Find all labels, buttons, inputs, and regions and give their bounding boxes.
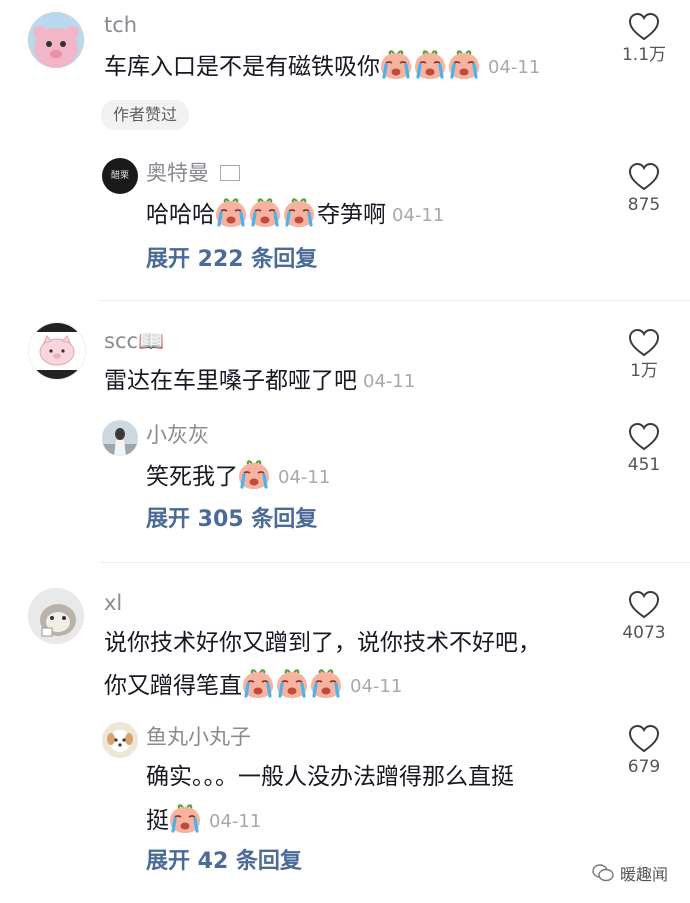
crying-emoji-icon — [414, 50, 446, 80]
avatar[interactable] — [28, 322, 86, 380]
like-button[interactable]: 875 — [604, 162, 684, 216]
author-liked-badge: 作者赞过 — [101, 100, 190, 130]
comment-body: 车库入口是不是有磁铁吸你 — [104, 54, 380, 80]
divider — [100, 300, 690, 301]
comment-date: 04-11 — [488, 57, 541, 78]
like-button[interactable]: 451 — [604, 422, 684, 476]
avatar-image — [28, 588, 84, 644]
reply-username[interactable]: 小灰灰 — [146, 422, 209, 448]
avatar-image — [29, 323, 85, 379]
comment-text: 雷达在车里嗓子都哑了吧 04-11 — [104, 366, 415, 397]
like-count: 451 — [627, 455, 661, 475]
comment-username[interactable]: xl — [104, 590, 122, 616]
comment-date: 04-11 — [350, 676, 403, 697]
reply-text: 哈哈哈 夺笋啊 04-11 — [146, 198, 444, 231]
like-button[interactable]: 4073 — [604, 590, 684, 644]
watermark: 暖趣闻 — [592, 861, 668, 885]
comment-username[interactable]: tch — [104, 12, 137, 38]
crying-emoji-icon — [242, 669, 274, 699]
crying-emoji-icon — [276, 669, 308, 699]
crying-emoji-icon — [448, 50, 480, 80]
avatar-image — [102, 722, 138, 758]
like-button[interactable]: 1.1万 — [604, 12, 684, 66]
reply-username[interactable]: 鱼丸小丸子 — [146, 724, 251, 750]
wechat-icon — [592, 864, 614, 882]
like-count: 1万 — [630, 361, 658, 381]
avatar[interactable] — [28, 588, 84, 644]
heart-icon — [628, 328, 660, 358]
expand-replies-link[interactable]: 展开 42 条回复 — [146, 848, 302, 876]
comment-text-line2: 你又蹭得笔直 04-11 — [104, 669, 402, 702]
like-count: 1.1万 — [621, 45, 667, 65]
like-count: 679 — [627, 757, 661, 777]
crying-emoji-icon — [283, 198, 315, 228]
avatar[interactable]: 醋栗 — [102, 158, 138, 194]
reply-date: 04-11 — [209, 811, 262, 832]
comment-body: 你又蹭得笔直 — [104, 673, 242, 699]
badge-icon — [219, 165, 240, 181]
reply-date: 04-11 — [278, 467, 331, 488]
heart-icon — [628, 12, 660, 42]
crying-emoji-icon — [380, 50, 412, 80]
like-count: 4073 — [622, 623, 666, 643]
like-button[interactable]: 1万 — [604, 328, 684, 382]
avatar-label: 醋栗 — [110, 171, 129, 181]
heart-icon — [628, 162, 660, 192]
avatar[interactable] — [102, 420, 138, 456]
comment-username[interactable]: scc📖 — [104, 328, 164, 354]
avatar[interactable] — [102, 722, 138, 758]
like-count: 875 — [627, 195, 661, 215]
comment-date: 04-11 — [363, 371, 416, 392]
like-button[interactable]: 679 — [604, 724, 684, 778]
crying-emoji-icon — [310, 669, 342, 699]
comment-body: 雷达在车里嗓子都哑了吧 — [104, 368, 357, 394]
watermark-text: 暖趣闻 — [619, 865, 668, 884]
avatar-image — [102, 420, 138, 456]
reply-text: 笑死我了 04-11 — [146, 460, 330, 493]
avatar[interactable] — [28, 12, 84, 68]
expand-replies-link[interactable]: 展开 305 条回复 — [146, 506, 317, 534]
reply-text-line1: 确实。。。一般人没办法蹭得那么直挺 — [146, 764, 514, 790]
comment-text-line1: 说你技术好你又蹭到了，说你技术不好吧， — [104, 630, 541, 656]
comment-text: 车库入口是不是有磁铁吸你 04-11 — [104, 50, 540, 83]
heart-icon — [628, 590, 660, 620]
crying-emoji-icon — [215, 198, 247, 228]
reply-username[interactable]: 奥特曼 — [146, 160, 240, 186]
avatar-image — [28, 12, 84, 68]
expand-replies-link[interactable]: 展开 222 条回复 — [146, 246, 317, 274]
crying-emoji-icon — [169, 804, 201, 834]
crying-emoji-icon — [249, 198, 281, 228]
reply-text-line2: 挺 04-11 — [146, 804, 261, 837]
heart-icon — [628, 422, 660, 452]
divider — [100, 562, 690, 563]
reply-date: 04-11 — [392, 205, 445, 226]
crying-emoji-icon — [238, 460, 270, 490]
heart-icon — [628, 724, 660, 754]
